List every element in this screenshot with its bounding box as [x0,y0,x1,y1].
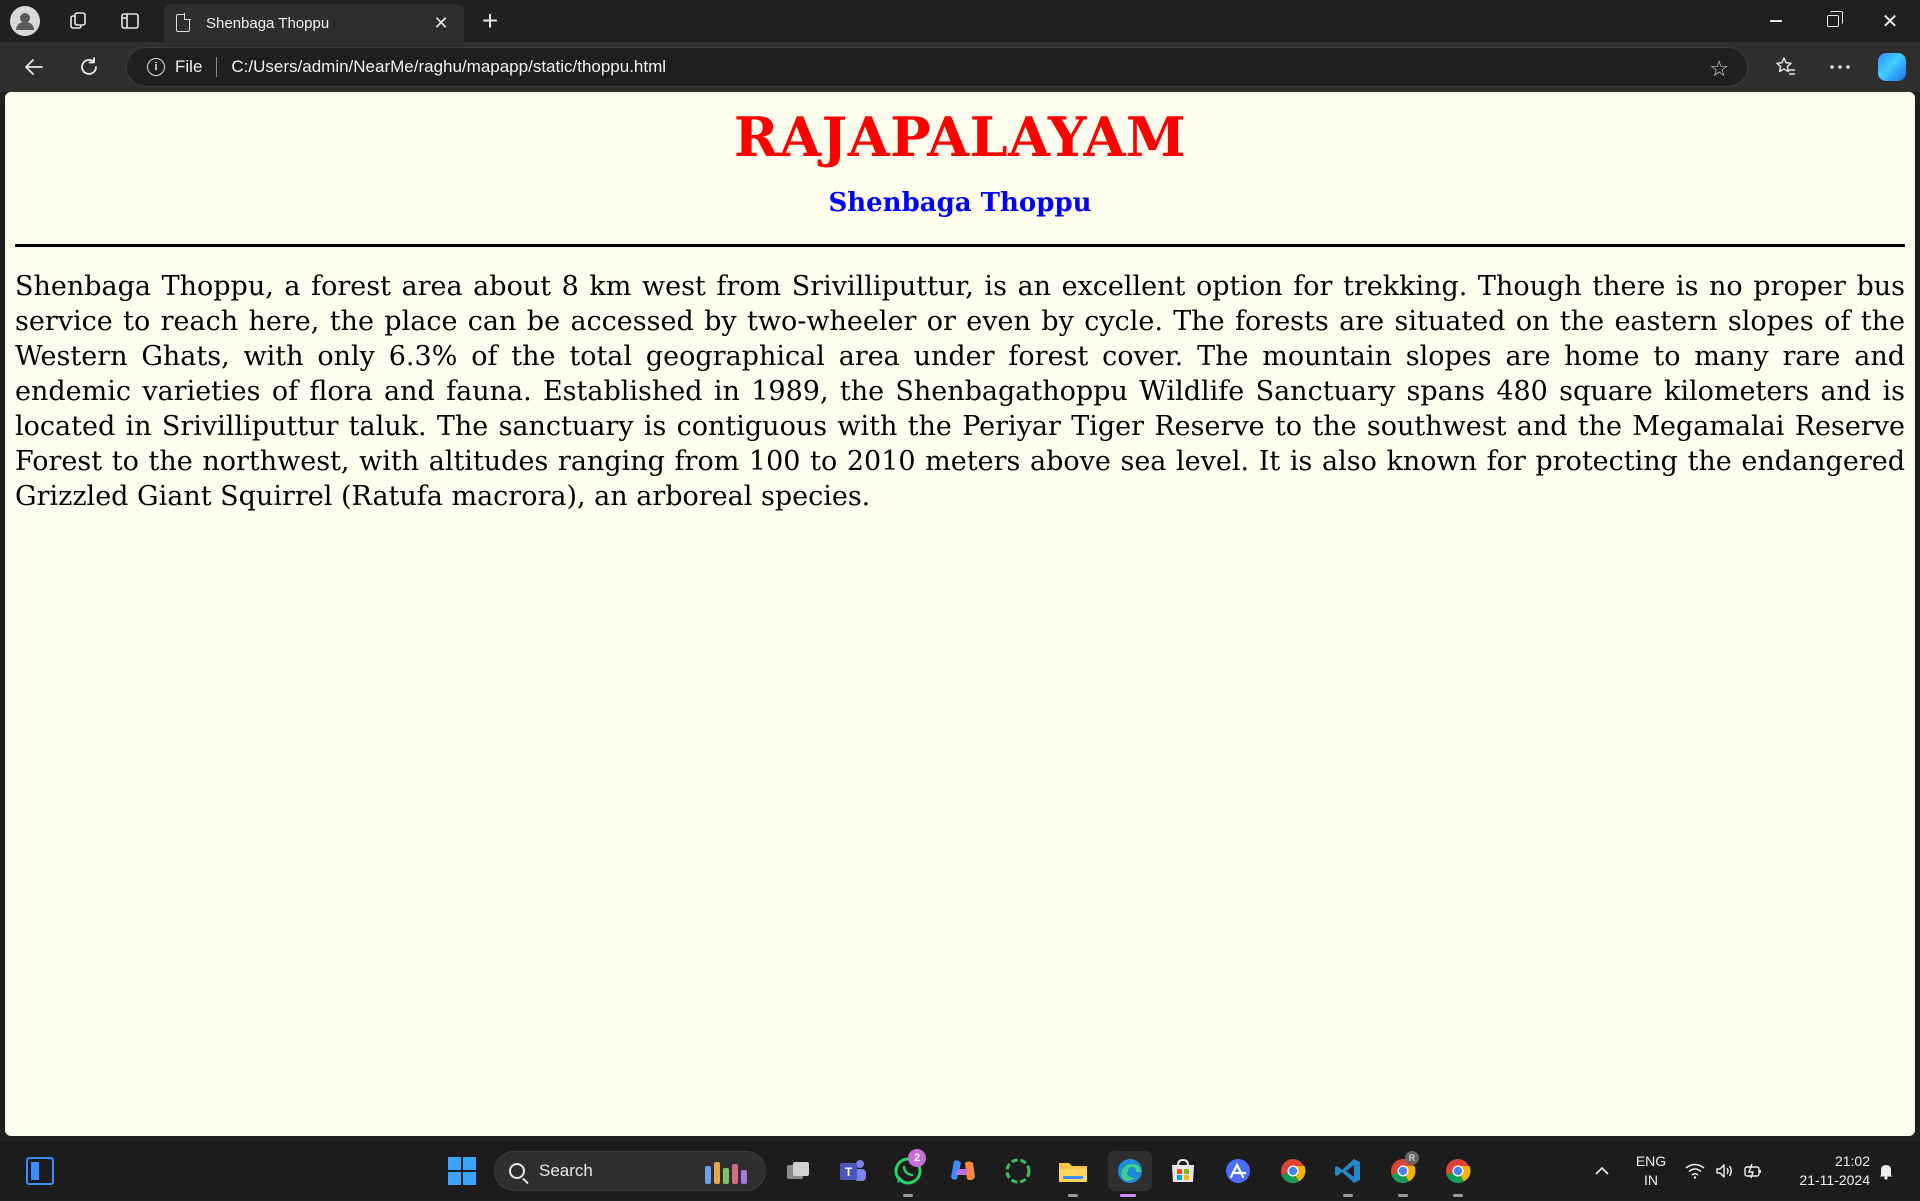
chrome-button-2[interactable] [1438,1151,1478,1197]
navigation-bar: i File C:/Users/admin/NearMe/raghu/mapap… [0,42,1920,92]
running-indicator [1120,1194,1136,1197]
copilot-app-button[interactable] [943,1151,983,1191]
vscode-icon [1335,1159,1360,1183]
description-paragraph: Shenbaga Thoppu, a forest area about 8 k… [15,270,1905,512]
reload-button[interactable] [71,49,107,85]
bell-icon [1879,1165,1893,1180]
show-hidden-icons-button[interactable] [1590,1141,1614,1201]
workspaces-icon[interactable] [58,1,98,41]
vscode-button[interactable] [1328,1151,1368,1197]
file-explorer-icon [1059,1163,1087,1182]
language-indicator[interactable]: ENG IN [1630,1141,1672,1201]
running-indicator [903,1194,913,1197]
search-highlight-icon [705,1160,753,1184]
close-window-button[interactable]: ✕ [1862,0,1918,42]
running-indicator [1068,1194,1078,1197]
edge-icon [1118,1159,1142,1183]
back-button[interactable] [16,49,52,85]
minimize-button[interactable] [1748,0,1804,42]
page-heading: RAJAPALAYAM [733,105,1187,169]
chrome-icon [1281,1159,1306,1184]
restore-icon [1827,11,1843,27]
profile-avatar-icon[interactable] [10,6,40,36]
reload-icon [81,57,97,75]
vertical-tabs-icon[interactable] [110,1,150,41]
notifications-button[interactable] [1874,1141,1898,1201]
taskbar: Search T 2 R ENG IN 21:02 21-11-2024 [0,1140,1920,1200]
volume-icon [1716,1164,1732,1178]
store-icon [1172,1158,1194,1182]
favorites-icon [1776,57,1795,75]
teams-icon: T [840,1160,866,1181]
file-explorer-button[interactable] [1053,1151,1093,1197]
task-view-icon [787,1162,809,1179]
copilot-button[interactable] [1872,49,1912,85]
running-indicator [1343,1194,1353,1197]
back-arrow-icon [25,59,43,75]
profile-badge: R [1405,1151,1419,1165]
scheme-label: File [175,57,203,76]
search-icon [509,1163,525,1179]
minimize-icon [1770,20,1782,22]
restore-button[interactable] [1805,0,1861,42]
start-icon [448,1157,476,1185]
language-code: ENG [1635,1153,1667,1169]
wifi-icon [1685,1163,1705,1179]
page-viewport: RAJAPALAYAM Shenbaga Thoppu Shenbaga Tho… [5,92,1915,1136]
address-bar[interactable]: i File C:/Users/admin/NearMe/raghu/mapap… [126,47,1748,87]
new-tab-button[interactable]: + [470,1,510,41]
horizontal-rule [15,243,1905,247]
notification-badge: 2 [908,1149,926,1167]
task-view-button[interactable] [778,1151,818,1191]
copilot-logo-icon [1878,53,1906,81]
favorite-star-icon[interactable]: ☆ [1709,56,1729,82]
clock[interactable]: 21:02 21-11-2024 [1782,1141,1870,1201]
store-button[interactable] [1163,1151,1203,1191]
svg-text:T: T [845,1165,853,1179]
favorites-button[interactable] [1766,49,1806,85]
more-dots-icon [1830,65,1850,69]
url-text[interactable]: C:/Users/admin/NearMe/raghu/mapapp/stati… [231,57,666,77]
sync-icon [1005,1158,1031,1184]
active-tab[interactable]: Shenbaga Thoppu ✕ [164,4,464,42]
site-info-icon[interactable]: i [147,58,165,76]
battery-charging-icon [1744,1163,1761,1179]
quick-settings-button[interactable] [1684,1141,1764,1201]
clock-time: 21:02 [1834,1153,1870,1169]
clock-date: 21-11-2024 [1799,1172,1870,1188]
title-bar: Shenbaga Thoppu ✕ + ✕ [0,0,1920,42]
app-icon [1226,1159,1250,1183]
tab-close-icon[interactable]: ✕ [430,13,452,34]
address-divider [216,57,218,77]
copilot-app-icon [951,1160,975,1181]
taskbar-search[interactable]: Search [494,1151,766,1191]
chrome-button[interactable] [1273,1151,1313,1191]
running-indicator [1453,1194,1463,1197]
app-button[interactable] [1218,1151,1258,1191]
sync-app-button[interactable] [998,1151,1038,1191]
running-indicator [1398,1194,1408,1197]
search-label: Search [539,1161,593,1180]
chrome-profile-button[interactable]: R [1383,1151,1423,1197]
widgets-button[interactable] [20,1151,60,1191]
widgets-icon [26,1157,54,1185]
teams-button[interactable]: T [833,1151,873,1191]
whatsapp-button[interactable]: 2 [888,1149,928,1197]
chevron-up-icon [1595,1166,1609,1175]
tab-title: Shenbaga Thoppu [206,14,330,32]
document-icon [176,13,191,32]
page-subheading: Shenbaga Thoppu [828,188,1092,219]
more-options-button[interactable] [1820,49,1860,85]
start-button[interactable] [442,1151,482,1191]
chrome-icon-2 [1446,1159,1471,1184]
edge-button[interactable] [1108,1151,1152,1197]
language-region: IN [1644,1172,1658,1188]
